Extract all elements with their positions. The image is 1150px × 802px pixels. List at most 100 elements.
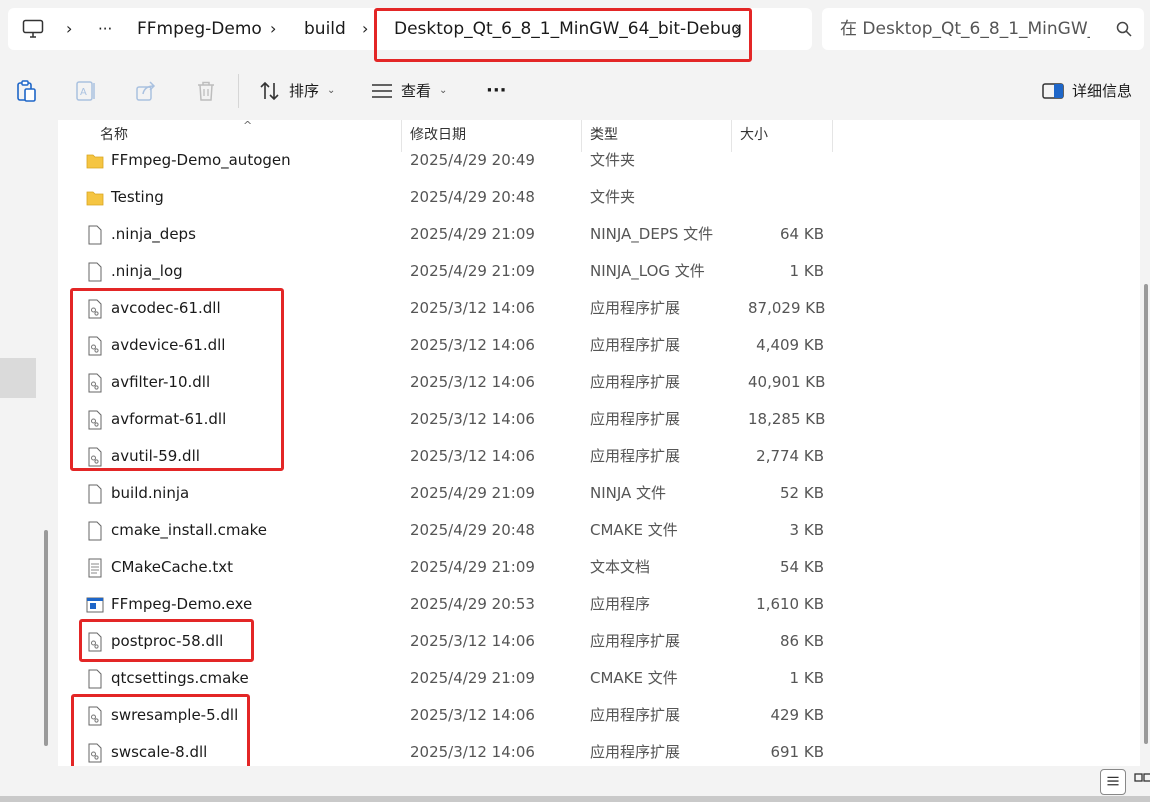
text-file-icon <box>86 558 104 578</box>
file-size <box>748 179 824 216</box>
file-date: 2025/3/12 14:06 <box>410 447 535 465</box>
file-size: 1 KB <box>789 262 824 280</box>
file-size <box>748 142 824 179</box>
navigation-pane[interactable] <box>0 120 40 802</box>
file-name[interactable]: FFmpeg-Demo.exe <box>111 586 252 623</box>
view-button[interactable]: 查看 <box>401 62 431 120</box>
file-size: 691 KB <box>770 743 824 761</box>
file-row[interactable]: CMakeCache.txt 2025/4/29 21:09 文本文档 54 KB <box>58 549 1138 586</box>
file-type: NINJA_LOG 文件 <box>590 262 705 280</box>
file-type: NINJA_DEPS 文件 <box>590 225 714 243</box>
file-date: 2025/4/29 20:48 <box>410 188 535 206</box>
file-date: 2025/4/29 21:09 <box>410 262 535 280</box>
file-size: 40,901 KB <box>748 373 826 391</box>
file-date: 2025/4/29 21:09 <box>410 225 535 243</box>
file-date: 2025/3/12 14:06 <box>410 299 535 317</box>
breadcrumb-build[interactable]: build <box>304 8 346 50</box>
file-date: 2025/3/12 14:06 <box>410 632 535 650</box>
sort-button[interactable]: 排序 <box>289 62 319 120</box>
rename-icon[interactable]: A <box>74 79 98 103</box>
file-size: 2,774 KB <box>756 447 824 465</box>
file-row[interactable]: Testing 2025/4/29 20:48 文件夹 <box>58 179 1138 216</box>
file-name[interactable]: .ninja_deps <box>111 216 196 253</box>
file-type: NINJA 文件 <box>590 484 667 502</box>
svg-text:A: A <box>80 87 87 98</box>
delete-icon[interactable] <box>194 79 218 103</box>
file-row[interactable]: FFmpeg-Demo_autogen 2025/4/29 20:49 文件夹 <box>58 142 1138 179</box>
file-date: 2025/3/12 14:06 <box>410 373 535 391</box>
file-size: 429 KB <box>770 706 824 724</box>
file-row[interactable]: FFmpeg-Demo.exe 2025/4/29 20:53 应用程序 1,610 … <box>58 586 1138 623</box>
chevron-right-icon[interactable]: › <box>270 8 276 50</box>
file-type: CMAKE 文件 <box>590 669 678 687</box>
file-name[interactable]: Testing <box>111 179 164 216</box>
this-pc-icon[interactable] <box>22 19 44 39</box>
file-row[interactable]: qtcsettings.cmake 2025/4/29 21:09 CMAKE 文件… <box>58 660 1138 697</box>
search-input[interactable]: 在 Desktop_Qt_6_8_1_MinGW_64_bit-Debug 中搜… <box>840 8 1090 50</box>
file-type: 应用程序扩展 <box>590 410 681 428</box>
file-date: 2025/4/29 21:09 <box>410 558 535 576</box>
chevron-down-icon[interactable]: ⌄ <box>327 62 335 120</box>
file-type: 应用程序扩展 <box>590 447 681 465</box>
file-name[interactable]: qtcsettings.cmake <box>111 660 249 697</box>
file-type: 应用程序扩展 <box>590 706 681 724</box>
file-type: 文件夹 <box>590 188 636 206</box>
navigation-selected-item[interactable] <box>0 358 36 398</box>
share-icon[interactable] <box>134 79 158 103</box>
file-size: 1,610 KB <box>756 595 824 613</box>
file-date: 2025/3/12 14:06 <box>410 743 535 761</box>
breadcrumb-overflow[interactable]: ··· <box>98 8 112 50</box>
exe-icon <box>86 595 104 615</box>
file-row[interactable]: .ninja_log 2025/4/29 21:09 NINJA_LOG 文件 1 K… <box>58 253 1138 290</box>
file-size: 1 KB <box>789 669 824 687</box>
file-name[interactable]: FFmpeg-Demo_autogen <box>111 142 291 179</box>
highlight-box-sw-dlls <box>71 694 250 777</box>
file-name[interactable]: cmake_install.cmake <box>111 512 267 549</box>
file-row[interactable]: cmake_install.cmake 2025/4/29 20:48 CMAKE … <box>58 512 1138 549</box>
file-type: 应用程序 <box>590 595 651 613</box>
chevron-right-icon[interactable]: › <box>362 8 368 50</box>
large-icons-view-icon[interactable] <box>1130 769 1150 795</box>
file-name[interactable]: build.ninja <box>111 475 189 512</box>
file-row[interactable]: .ninja_deps 2025/4/29 21:09 NINJA_DEPS 文件 6… <box>58 216 1138 253</box>
file-date: 2025/4/29 20:49 <box>410 151 535 169</box>
file-type: 应用程序扩展 <box>590 299 681 317</box>
search-icon[interactable] <box>1116 21 1132 37</box>
file-type: 应用程序扩展 <box>590 632 681 650</box>
navigation-scrollbar[interactable] <box>44 530 48 746</box>
file-size: 18,285 KB <box>748 410 826 428</box>
chevron-down-icon[interactable]: ⌄ <box>439 62 447 120</box>
details-view-icon[interactable] <box>1100 769 1126 795</box>
file-name[interactable]: .ninja_log <box>111 253 183 290</box>
file-icon <box>86 669 104 689</box>
file-icon <box>86 521 104 541</box>
file-icon <box>86 225 104 245</box>
folder-icon <box>86 151 104 171</box>
details-pane-icon[interactable] <box>1041 79 1065 103</box>
file-size: 87,029 KB <box>748 299 826 317</box>
file-date: 2025/3/12 14:06 <box>410 336 535 354</box>
more-options-button[interactable]: ··· <box>486 62 507 120</box>
file-type: 应用程序扩展 <box>590 743 681 761</box>
search-box[interactable]: 在 Desktop_Qt_6_8_1_MinGW_64_bit-Debug 中搜… <box>822 8 1144 50</box>
sort-ascending-icon: ^ <box>243 120 253 132</box>
file-date: 2025/4/29 21:09 <box>410 484 535 502</box>
file-type: 应用程序扩展 <box>590 336 681 354</box>
file-size: 54 KB <box>780 558 824 576</box>
file-size: 4,409 KB <box>756 336 824 354</box>
file-size: 64 KB <box>780 225 824 243</box>
file-name[interactable]: CMakeCache.txt <box>111 549 233 586</box>
sort-icon[interactable] <box>258 79 282 103</box>
details-button[interactable]: 详细信息 <box>1072 62 1132 120</box>
file-size: 52 KB <box>780 484 824 502</box>
breadcrumb-ffmpeg-demo[interactable]: FFmpeg-Demo <box>137 8 262 50</box>
file-list-scrollbar[interactable] <box>1144 284 1148 744</box>
file-date: 2025/3/12 14:06 <box>410 410 535 428</box>
paste-icon[interactable] <box>14 79 38 103</box>
chevron-right-icon[interactable]: › <box>66 8 72 50</box>
file-row[interactable]: build.ninja 2025/4/29 21:09 NINJA 文件 52 KB <box>58 475 1138 512</box>
highlight-box-address <box>374 8 752 62</box>
file-date: 2025/3/12 14:06 <box>410 706 535 724</box>
file-type: CMAKE 文件 <box>590 521 678 539</box>
view-icon[interactable] <box>370 79 394 103</box>
